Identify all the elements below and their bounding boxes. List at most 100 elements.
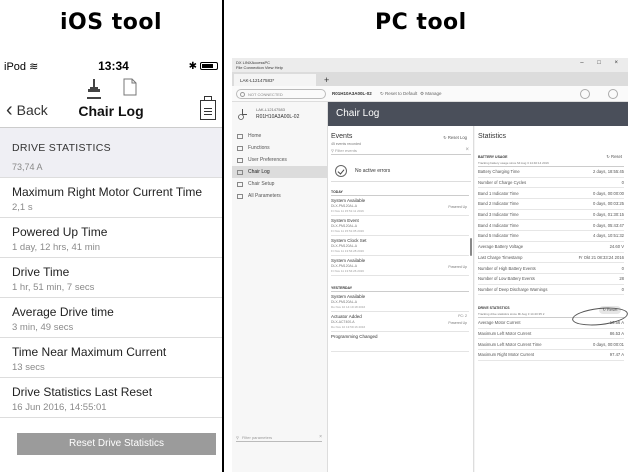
stat-label: Band 5 Indicator Time — [478, 233, 519, 239]
stat-label: Number of Charge Cycles — [478, 180, 527, 186]
stat-label: Band 2 Indicator Time — [478, 201, 519, 207]
stat-value: 28 — [619, 276, 624, 282]
stat-value: 0 — [621, 180, 624, 186]
events-count: 45 events recorded — [331, 142, 361, 146]
sidebar-item-chair-log[interactable]: Chair Log — [232, 166, 327, 178]
list-item: Drive Statistics Last Reset 16 Jun 2016, … — [0, 378, 222, 418]
sidebar-item-user-preferences[interactable]: User Preferences — [232, 154, 327, 166]
device-card[interactable]: LAK-L12147583 R01H10A3A00L-02 — [232, 102, 327, 126]
filter-parameters-input[interactable]: ⚲ Filter parameters × — [236, 433, 322, 442]
reset-log-button[interactable]: ↻ Reset Log — [443, 135, 467, 140]
stat-value: 0 days, 00:03:25 — [593, 201, 624, 207]
active-errors-status: No active errors — [331, 160, 471, 182]
window-controls[interactable]: – □ × — [580, 60, 624, 66]
stat-value: 0 days, 05:43:47 — [593, 222, 624, 228]
document-icon[interactable] — [123, 78, 137, 96]
pc-screen: DX LINXAccessPC File Connection View Hel… — [232, 58, 628, 472]
stat-label: Band 3 Indicator Time — [478, 212, 519, 218]
events-title: Events — [331, 133, 353, 140]
stat-row: Band 4 Indicator Time 0 days, 05:43:47 — [478, 220, 624, 232]
tab-bar: LAK-L12147583* + — [232, 72, 628, 86]
stat-label: Average Motor Current — [478, 320, 521, 326]
content-header: Chair Log — [328, 102, 628, 126]
sidebar-item-chair-setup[interactable]: Chair Setup — [232, 178, 327, 190]
events-list: TODAY System Available DLX-PM120AL-A Fr No… — [331, 188, 469, 352]
settings-icon[interactable] — [608, 89, 618, 99]
stat-value: 0 — [621, 286, 624, 292]
sidebar-item-all-parameters[interactable]: All Parameters — [232, 190, 327, 202]
statistics-title: Statistics — [478, 133, 507, 140]
stat-row: Number of Charge Cycles 0 — [478, 178, 624, 189]
manage-button[interactable]: ⚙ Manage — [420, 91, 442, 97]
scrollbar[interactable] — [470, 238, 472, 256]
partial-value: 73,74 A — [0, 162, 222, 178]
stat-label: Maximum Left Motor Current — [478, 331, 532, 337]
stat-row: Average Battery Voltage 24.60 V — [478, 242, 624, 253]
stat-label: Average Battery Voltage — [478, 244, 524, 250]
events-pane: Events ↻ Reset Log 45 events recorded ⚲ … — [328, 126, 474, 472]
sidebar-item-home[interactable]: Home — [232, 130, 327, 142]
stat-row: Maximum Left Motor Current Time 0 days, 0… — [478, 339, 624, 351]
list-item[interactable]: Actuator Added DLX-ACT400-A Do Nov 10 13:5… — [331, 312, 469, 332]
clipboard-icon[interactable] — [200, 96, 216, 120]
search-icon: ⚲ — [236, 434, 239, 440]
sidebar: LAK-L12147583 R01H10A3A00L-02 Home Funct… — [232, 102, 328, 472]
nav-bar: ‹ Back Chair Log — [0, 76, 222, 128]
filter-events-input[interactable]: ⚲ Filter events × — [331, 147, 471, 155]
list-item[interactable]: Programming Changed — [331, 332, 469, 352]
connection-status[interactable]: NOT CONNECTED — [236, 89, 326, 99]
stat-label: Last Charge Timestamp — [478, 254, 523, 260]
stat-row: Band 5 Indicator Time 4 days, 10:51:32 — [478, 231, 624, 242]
battery-icon — [200, 62, 218, 70]
toolbar: NOT CONNECTED R01H10A3A00L-02 ↻ Reset to… — [232, 86, 628, 102]
sync-icon[interactable] — [580, 89, 590, 99]
stat-value: 24.60 V — [609, 244, 624, 250]
stat-row: Number of Low Battery Events 28 — [478, 274, 624, 285]
reset-to-default-button[interactable]: ↻ Reset to Default — [380, 91, 417, 97]
connection-icon — [240, 91, 245, 97]
clear-icon[interactable]: × — [319, 434, 322, 440]
stat-row: Last Charge Timestamp Fr Okt 21 08:33:24 … — [478, 253, 624, 264]
day-header: YESTERDAY — [331, 284, 469, 292]
list-item[interactable]: System Available DLX-PM120AL-A Fr Nov 11 1… — [331, 256, 469, 276]
ios-screen: iPod ≋ 13:34 ✱ ‹ Back Chair Log DRIVE ST… — [0, 56, 222, 472]
stat-value: Fr Okt 21 08:33:24 2016 — [578, 254, 624, 260]
home-icon — [237, 133, 243, 139]
battery-usage-section: BATTERY USAGE Tracking battery usage sin… — [478, 155, 624, 296]
wifi-icon: ≋ — [29, 60, 39, 73]
stat-label: Battery Charging Time — [478, 169, 520, 175]
statistics-pane: Statistics BATTERY USAGE Tracking batter… — [475, 126, 628, 472]
pc-tool-label: PC tool — [375, 10, 467, 35]
list-item[interactable]: System Available DLX-PM120AL-A Do Nov 10 1… — [331, 292, 469, 312]
list-item: Powered Up Time 1 day, 12 hrs, 41 min — [0, 218, 222, 258]
clear-icon[interactable]: × — [465, 147, 469, 153]
list-item[interactable]: System Event DLX-PM120AL-A Fr Nov 11 15:51… — [331, 216, 469, 236]
sidebar-item-functions[interactable]: Functions — [232, 142, 327, 154]
list-item[interactable]: System Clock Set DLX-PM120AL-A Fr Nov 11 1… — [331, 236, 469, 256]
divider — [222, 0, 224, 472]
reset-drive-statistics-button[interactable]: Reset Drive Statistics — [17, 433, 216, 455]
stat-row: Maximum Left Motor Current 86.53 A — [478, 329, 624, 340]
reset-battery-button[interactable]: ↻ Reset — [606, 154, 622, 159]
status-bar: iPod ≋ 13:34 ✱ — [0, 56, 222, 76]
bluetooth-icon: ✱ — [188, 60, 197, 72]
stat-value: 86.53 A — [609, 331, 624, 337]
functions-icon — [237, 145, 243, 151]
wheelchair-icon[interactable] — [85, 78, 103, 100]
stat-value: 97.47 A — [609, 352, 624, 358]
carrier: iPod ≋ — [4, 60, 39, 73]
list-item: Drive Time 1 hr, 51 min, 7 secs — [0, 258, 222, 298]
tab-device[interactable]: LAK-L12147583* — [234, 74, 316, 86]
stat-label: Band 1 Indicator Time — [478, 190, 519, 196]
stat-value: 0 — [621, 265, 624, 271]
list-item[interactable]: System Available DLX-PM120AL-A Fr Nov 11 1… — [331, 196, 469, 216]
ios-tool-label: iOS tool — [60, 10, 163, 35]
stat-row: Battery Charging Time 2 days, 18:55:45 — [478, 167, 624, 178]
sidebar-nav: Home Functions User Preferences Chair Lo… — [232, 130, 327, 202]
menu-items[interactable]: File Connection View Help — [236, 65, 624, 70]
new-tab-button[interactable]: + — [324, 74, 329, 86]
user-icon — [237, 157, 243, 163]
stat-row: Maximum Right Motor Current 97.47 A — [478, 350, 624, 361]
page-title: Chair Log — [78, 103, 144, 119]
stat-row: Number of High Battery Events 0 — [478, 263, 624, 274]
